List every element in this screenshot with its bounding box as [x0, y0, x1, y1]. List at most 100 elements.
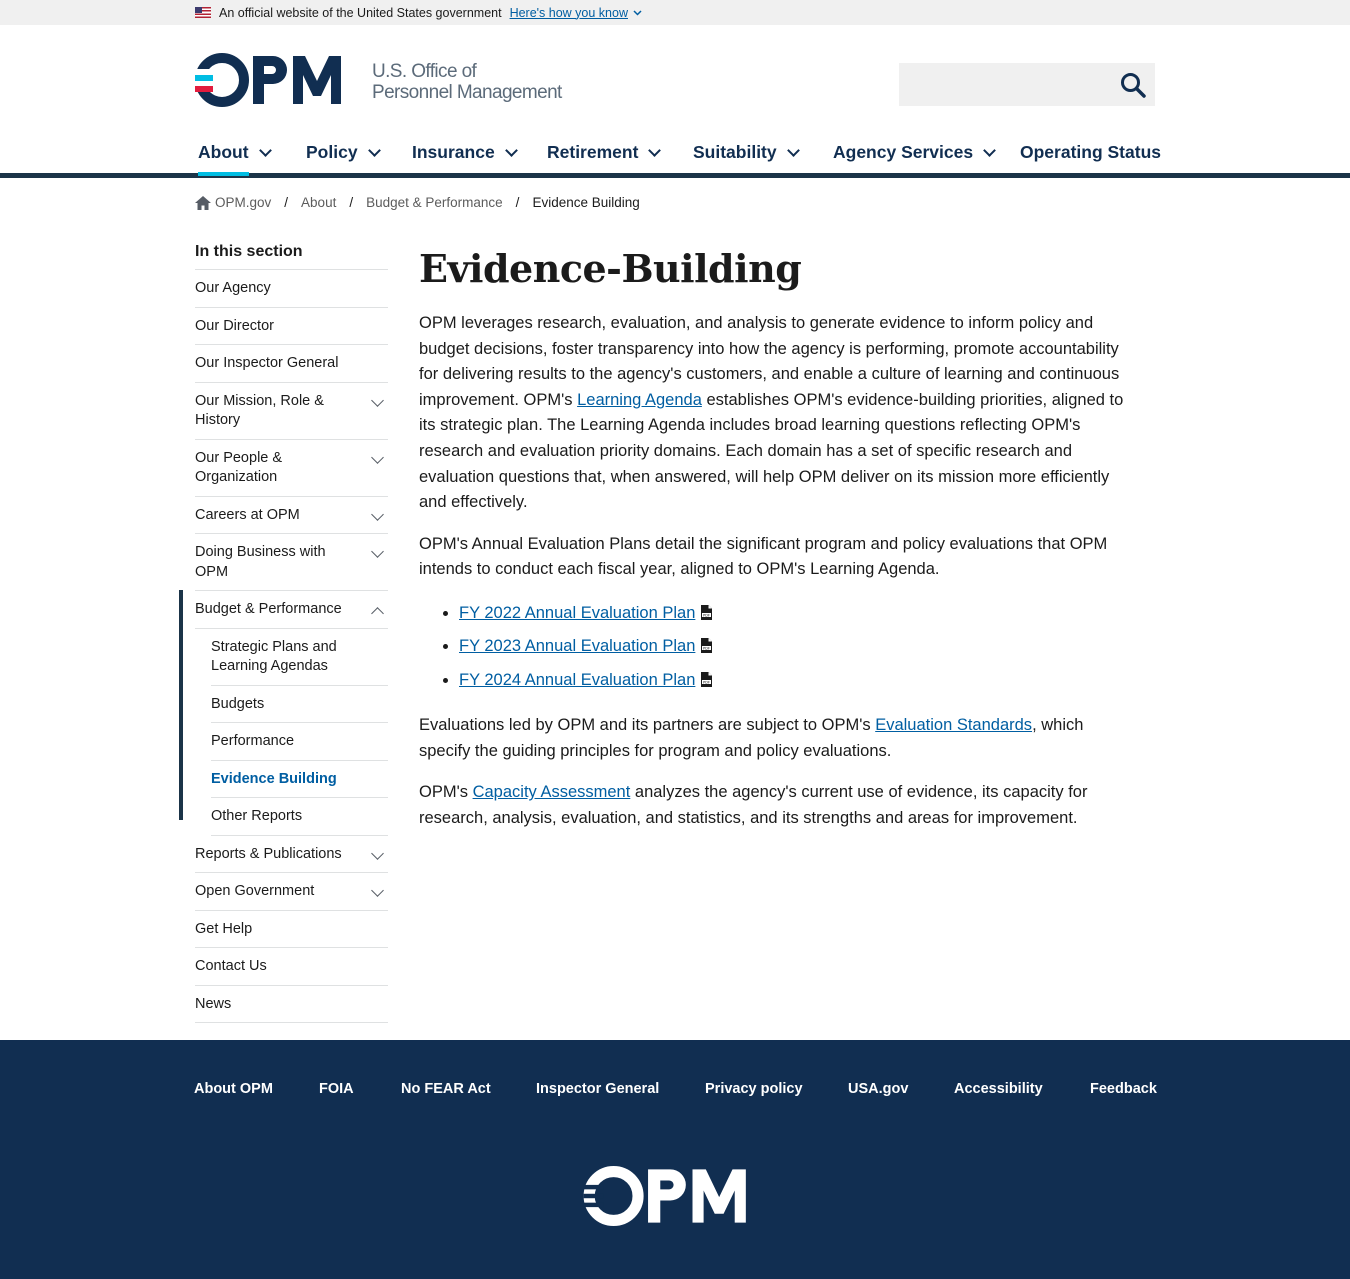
sidenav-item-label: Doing Business with OPM — [195, 544, 326, 580]
footer-link-no-fear-act[interactable]: No FEAR Act — [401, 1081, 491, 1097]
footer-link-accessibility[interactable]: Accessibility — [954, 1081, 1043, 1097]
sidenav-active-group-bar — [179, 590, 183, 820]
capacity-text-a: OPM's — [419, 783, 473, 802]
search-field[interactable] — [899, 63, 1155, 106]
svg-text:PDF: PDF — [703, 613, 710, 617]
opm-footer-logo[interactable] — [581, 1166, 764, 1226]
pdf-icon: PDF — [701, 604, 713, 620]
standards-paragraph: Evaluations led by OPM and its partners … — [419, 713, 1125, 764]
nav-agency-services[interactable]: Agency Services — [833, 142, 996, 163]
footer-link-feedback[interactable]: Feedback — [1090, 1081, 1157, 1097]
sidenav-subitem-budgets[interactable]: Budgets — [211, 686, 388, 723]
sidenav-item-label: Budget & Performance — [195, 601, 342, 617]
chevron-down-icon — [367, 143, 381, 157]
list-item: FY 2023 Annual Evaluation Plan PDF — [459, 634, 1125, 659]
evaluation-plans-list: FY 2022 Annual Evaluation Plan PDF FY 202… — [459, 601, 1125, 693]
sidenav-item-news[interactable]: News — [195, 986, 388, 1023]
evaluation-standards-link[interactable]: Evaluation Standards — [875, 716, 1032, 734]
chevron-down-icon — [633, 9, 642, 16]
nav-suitability-label: Suitability — [693, 142, 777, 162]
how-you-know-link[interactable]: Here's how you know — [510, 6, 628, 20]
nav-about[interactable]: About — [198, 142, 272, 163]
home-icon — [195, 195, 211, 210]
nav-retirement-label: Retirement — [547, 142, 639, 162]
sidenav-item-label: Our People & Organization — [195, 449, 283, 486]
search-input[interactable] — [899, 63, 1109, 106]
standards-text-a: Evaluations led by OPM and its partners … — [419, 715, 876, 734]
capacity-paragraph: OPM's Capacity Assessment analyzes the a… — [419, 780, 1125, 831]
opm-logo[interactable]: U.S. Office of Personnel Management — [195, 53, 562, 107]
page-title: Evidence-Building — [419, 246, 802, 291]
breadcrumb-budget-performance[interactable]: Budget & Performance — [366, 195, 503, 210]
sidenav-item-contact-us[interactable]: Contact Us — [195, 948, 388, 986]
breadcrumb-separator: / — [349, 195, 354, 210]
chevron-down-icon[interactable] — [371, 393, 384, 407]
svg-text:PDF: PDF — [703, 647, 710, 651]
sidenav-subitem-evidence-building[interactable]: Evidence Building — [211, 761, 388, 798]
capacity-assessment-link[interactable]: Capacity Assessment — [473, 783, 631, 801]
pdf-icon: PDF — [701, 671, 713, 687]
chevron-down-icon — [258, 143, 272, 157]
sidenav-subitem-performance[interactable]: Performance — [211, 723, 388, 761]
chevron-down-icon[interactable] — [371, 846, 384, 860]
nav-about-label: About — [198, 142, 249, 162]
footer-link-privacy-policy[interactable]: Privacy policy — [705, 1081, 803, 1097]
sidenav-item-label: Reports & Publications — [195, 845, 342, 862]
sidenav-item-label: Our Mission, Role & History — [195, 392, 324, 429]
nav-policy[interactable]: Policy — [306, 142, 381, 163]
section-sidenav: In this section Our Agency Our Director … — [195, 243, 388, 1023]
main-nav: About Policy Insurance Retirement Suitab… — [0, 132, 1350, 178]
sidenav-subitem-strategic-plans[interactable]: Strategic Plans and Learning Agendas — [211, 629, 388, 686]
sidenav-item-reports[interactable]: Reports & Publications — [195, 836, 388, 873]
breadcrumb-current: Evidence Building — [532, 195, 640, 210]
breadcrumb-separator: / — [515, 195, 520, 210]
chevron-down-icon[interactable] — [371, 507, 384, 521]
opm-logo-mark — [195, 53, 341, 107]
footer-link-usa-gov[interactable]: USA.gov — [848, 1081, 908, 1097]
sidenav-item-mission[interactable]: Our Mission, Role & History — [195, 383, 388, 440]
nav-retirement[interactable]: Retirement — [547, 142, 662, 163]
search-icon[interactable] — [1119, 71, 1147, 99]
footer-link-foia[interactable]: FOIA — [319, 1081, 354, 1097]
footer-link-about-opm[interactable]: About OPM — [194, 1081, 273, 1097]
breadcrumb-separator: / — [284, 195, 289, 210]
logo-wordmark: U.S. Office of Personnel Management — [372, 61, 562, 103]
fy2023-plan-link[interactable]: FY 2023 Annual Evaluation Plan — [459, 637, 695, 655]
sidenav-item-open-government[interactable]: Open Government — [195, 873, 388, 911]
learning-agenda-link[interactable]: Learning Agenda — [577, 391, 702, 409]
chevron-down-icon — [786, 143, 800, 157]
site-footer: About OPM FOIA No FEAR Act Inspector Gen… — [0, 1040, 1350, 1279]
logo-line2: Personnel Management — [372, 82, 562, 103]
chevron-down-icon — [648, 143, 662, 157]
nav-policy-label: Policy — [306, 142, 358, 162]
nav-suitability[interactable]: Suitability — [693, 142, 800, 163]
us-flag-icon — [195, 7, 211, 18]
sidenav-item-budget-performance[interactable]: Budget & Performance — [195, 591, 388, 629]
chevron-down-icon[interactable] — [371, 884, 384, 897]
pdf-icon: PDF — [701, 638, 713, 654]
sidenav-item-label: Careers at OPM — [195, 506, 300, 523]
nav-insurance[interactable]: Insurance — [412, 142, 518, 163]
chevron-down-icon[interactable] — [371, 450, 384, 464]
sidenav-item-people[interactable]: Our People & Organization — [195, 440, 388, 497]
footer-link-inspector-general[interactable]: Inspector General — [536, 1081, 659, 1097]
sidenav-item-careers[interactable]: Careers at OPM — [195, 497, 388, 534]
sidenav-subitem-other-reports[interactable]: Other Reports — [211, 798, 388, 836]
sidenav-item-get-help[interactable]: Get Help — [195, 911, 388, 948]
sidenav-item-doing-business[interactable]: Doing Business with OPM — [195, 534, 388, 591]
main-content: Evidence-Building OPM leverages research… — [419, 244, 1125, 847]
chevron-up-icon[interactable] — [371, 607, 384, 620]
intro-paragraph: OPM leverages research, evaluation, and … — [419, 311, 1125, 516]
sidenav-item-inspector-general[interactable]: Our Inspector General — [195, 345, 388, 383]
sidenav-item-our-agency[interactable]: Our Agency — [195, 270, 388, 308]
fy2022-plan-link[interactable]: FY 2022 Annual Evaluation Plan — [459, 604, 695, 622]
sidenav-item-our-director[interactable]: Our Director — [195, 308, 388, 345]
breadcrumb: OPM.gov / About / Budget & Performance /… — [195, 195, 640, 210]
breadcrumb-home[interactable]: OPM.gov — [215, 195, 271, 210]
nav-operating-status[interactable]: Operating Status — [1020, 142, 1161, 163]
breadcrumb-about[interactable]: About — [301, 195, 336, 210]
list-item: FY 2024 Annual Evaluation Plan PDF — [459, 668, 1125, 693]
chevron-down-icon — [504, 143, 518, 157]
fy2024-plan-link[interactable]: FY 2024 Annual Evaluation Plan — [459, 671, 695, 689]
chevron-down-icon[interactable] — [371, 545, 384, 558]
